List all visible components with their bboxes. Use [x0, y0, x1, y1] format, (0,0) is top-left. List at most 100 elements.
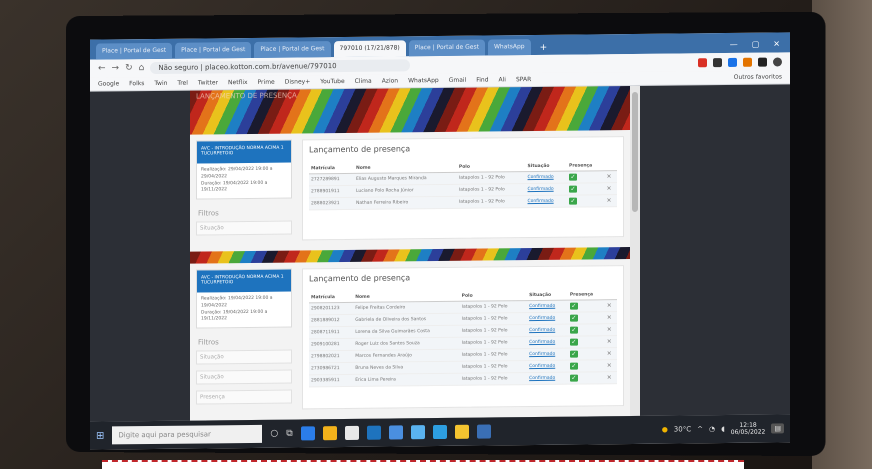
new-tab-button[interactable]: + — [534, 41, 554, 55]
extension-icon[interactable] — [728, 57, 737, 67]
store-icon[interactable] — [344, 425, 359, 440]
check-icon[interactable]: ✓ — [569, 173, 578, 181]
bookmark-item[interactable]: YouTube — [320, 78, 344, 85]
windows-start-icon[interactable]: ⊞ — [96, 430, 104, 441]
status-link[interactable]: Confirmado — [527, 312, 568, 325]
forward-icon[interactable]: → — [112, 63, 120, 73]
browser-tab-whatsapp[interactable]: WhatsApp — [487, 39, 531, 56]
check-icon[interactable]: ✓ — [569, 350, 578, 358]
check-icon[interactable]: ✓ — [569, 362, 578, 370]
minimize-icon[interactable]: — — [730, 40, 738, 49]
extension-icon[interactable] — [713, 57, 722, 67]
check-icon[interactable]: ✓ — [569, 374, 578, 382]
explorer-icon[interactable] — [454, 424, 469, 439]
status-link[interactable]: Confirmado — [527, 336, 568, 349]
status-link[interactable]: Confirmado — [527, 372, 568, 385]
weather-icon[interactable]: ● — [662, 426, 668, 434]
status-link[interactable]: Confirmado — [525, 183, 568, 196]
profile-avatar[interactable] — [773, 56, 782, 67]
word-icon[interactable] — [476, 424, 491, 439]
mail-icon[interactable] — [366, 425, 381, 440]
cortana-icon[interactable]: ○ — [270, 429, 278, 439]
status-link[interactable]: Confirmado — [527, 348, 568, 361]
scrollbar-thumb[interactable] — [632, 91, 638, 212]
close-icon[interactable]: ✕ — [773, 39, 780, 48]
cell-name: Gabriela de Oliveira dos Santos — [353, 313, 460, 327]
browser-tab-active[interactable]: 797010 (17/21/878) — [333, 40, 406, 58]
check-icon[interactable]: ✓ — [569, 197, 578, 205]
extension-icon[interactable] — [698, 57, 707, 67]
home-icon[interactable]: ⌂ — [139, 63, 145, 73]
close-icon[interactable]: ✕ — [604, 311, 617, 324]
bookmark-item[interactable]: SPAR — [516, 76, 531, 83]
app-icon[interactable] — [300, 426, 315, 441]
chrome-icon[interactable] — [322, 426, 337, 441]
bookmark-item[interactable]: Prime — [258, 79, 275, 86]
reload-icon[interactable]: ↻ — [125, 63, 133, 73]
status-filter[interactable]: Situação — [196, 369, 292, 385]
other-bookmarks[interactable]: Outros favoritos — [734, 73, 782, 81]
extension-icon[interactable] — [758, 57, 767, 67]
cell-polo: Iatapolos 1 - 92 Polo — [459, 372, 528, 386]
taskbar-clock[interactable]: 12:18 06/05/2022 — [731, 421, 766, 436]
bookmark-item[interactable]: Twitter — [198, 79, 218, 86]
status-link[interactable]: Confirmado — [525, 171, 568, 184]
browser-tab[interactable]: Place | Portal de Gest — [96, 42, 173, 60]
check-icon[interactable]: ✓ — [569, 314, 578, 322]
bookmark-item[interactable]: WhatsApp — [408, 77, 439, 84]
status-filter[interactable]: Situação — [196, 349, 292, 365]
app-icon[interactable] — [388, 425, 403, 440]
task-view-icon[interactable]: ⧉ — [286, 429, 292, 439]
close-icon[interactable]: ✕ — [604, 347, 617, 360]
check-icon[interactable]: ✓ — [569, 302, 578, 310]
volume-icon[interactable]: ◖ — [721, 425, 725, 433]
back-icon[interactable]: ← — [98, 64, 106, 74]
bookmark-item[interactable]: Trel — [177, 80, 187, 87]
check-icon[interactable]: ✓ — [569, 338, 578, 346]
close-icon[interactable]: ✕ — [604, 194, 617, 207]
app-icon[interactable] — [410, 425, 425, 440]
close-icon[interactable]: ✕ — [604, 182, 617, 195]
browser-tab[interactable]: Place | Portal de Gest — [175, 41, 252, 59]
status-link[interactable]: Confirmado — [525, 195, 568, 208]
status-link[interactable]: Confirmado — [527, 360, 568, 373]
class-card-body: Realização: 29/04/2022 19:00 a 29/04/202… — [197, 163, 291, 199]
status-filter[interactable]: Situação — [196, 220, 292, 236]
bookmark-item[interactable]: Ali — [499, 76, 506, 83]
bookmark-item[interactable]: Gmail — [449, 77, 467, 84]
presence-filter[interactable]: Presença — [196, 389, 292, 405]
close-icon[interactable]: ✕ — [604, 299, 617, 312]
taskbar-search-input[interactable]: Digite aqui para pesquisar — [112, 424, 263, 445]
close-icon[interactable]: ✕ — [604, 323, 617, 336]
cell-polo: Iatapolos 1 - 92 Polo — [459, 312, 528, 326]
bookmark-item[interactable]: Netflix — [228, 79, 248, 86]
bookmark-item[interactable]: Find — [476, 76, 488, 83]
maximize-icon[interactable]: ▢ — [752, 40, 760, 49]
status-link[interactable]: Confirmado — [527, 300, 568, 313]
bookmark-item[interactable]: Folks — [129, 80, 144, 87]
table-row: 2903385911 Erica Lima Pereira Iatapolos … — [309, 371, 617, 387]
close-icon[interactable]: ✕ — [604, 371, 617, 384]
page-scrollbar[interactable] — [630, 85, 640, 417]
check-icon[interactable]: ✓ — [569, 326, 578, 334]
close-icon[interactable]: ✕ — [604, 170, 617, 183]
extension-icon[interactable] — [743, 57, 752, 67]
tray-up-icon[interactable]: ^ — [697, 425, 703, 433]
bookmark-item[interactable]: Azion — [382, 77, 398, 84]
bookmark-item[interactable]: Clima — [355, 78, 372, 85]
bookmark-item[interactable]: Google — [98, 80, 119, 87]
notifications-icon[interactable]: ▤ — [771, 423, 784, 434]
browser-tab[interactable]: Place | Portal de Gest — [408, 39, 485, 57]
edge-icon[interactable] — [432, 424, 447, 440]
network-icon[interactable]: ◔ — [709, 425, 715, 433]
browser-tab[interactable]: Place | Portal de Gest — [254, 41, 331, 58]
status-link[interactable]: Confirmado — [527, 324, 568, 337]
close-icon[interactable]: ✕ — [604, 359, 617, 372]
bookmark-item[interactable]: Disney+ — [285, 78, 311, 85]
class-realization: Realização: 19/04/2022 19:00 a 19/04/202… — [201, 295, 273, 309]
close-icon[interactable]: ✕ — [604, 335, 617, 348]
check-icon[interactable]: ✓ — [569, 185, 578, 193]
bookmark-item[interactable]: Twin — [154, 80, 167, 87]
url-input[interactable]: Não seguro | placeo.kotton.com.br/avenue… — [150, 59, 411, 75]
cell-id: 2808711911 — [309, 326, 354, 339]
